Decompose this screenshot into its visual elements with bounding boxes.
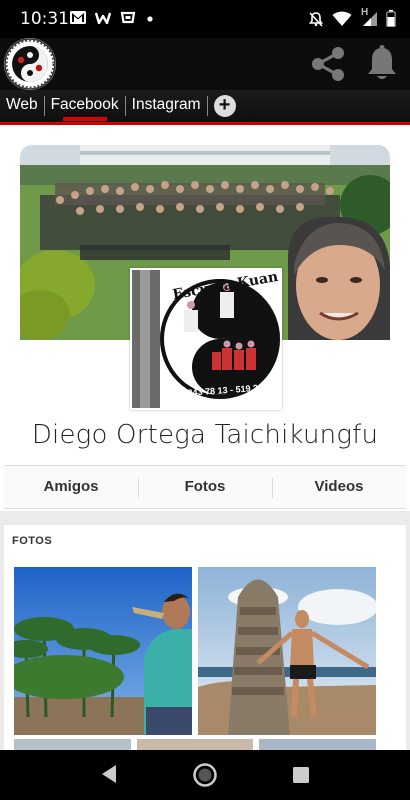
facebook-page-view[interactable]: Escuela Kuan 316 343 78 13 - 519 2 Diego…	[0, 125, 410, 750]
network-type-label: H	[361, 6, 369, 18]
nav-photos[interactable]: Fotos	[138, 466, 272, 508]
status-system-icons: H	[308, 7, 396, 32]
tab-web[interactable]: Web	[0, 90, 44, 122]
tab-instagram-label: Instagram	[131, 96, 201, 113]
page-name: Diego Ortega Taichikungfu	[31, 420, 379, 450]
cup-icon	[120, 11, 136, 29]
tab-facebook-label: Facebook	[50, 96, 119, 113]
tab-instagram[interactable]: Instagram	[126, 90, 207, 122]
status-time: 10:31	[20, 9, 69, 29]
notifications-off-icon	[308, 11, 324, 32]
active-tab-indicator	[62, 117, 107, 121]
photos-section: FOTOS	[4, 525, 406, 750]
school-logo[interactable]	[4, 38, 56, 90]
photo-thumbnail[interactable]	[14, 567, 192, 735]
nav-videos[interactable]: Videos	[272, 466, 406, 508]
tab-web-label: Web	[6, 96, 38, 113]
add-tab-button[interactable]: +	[213, 95, 236, 117]
photo-thumbnail[interactable]	[14, 739, 131, 750]
home-button[interactable]	[192, 762, 218, 793]
photos-section-label: FOTOS	[12, 535, 53, 547]
profile-picture[interactable]: Escuela Kuan 316 343 78 13 - 519 2	[130, 268, 282, 410]
app-bar	[0, 38, 410, 90]
home-icon	[192, 763, 218, 792]
share-icon	[308, 47, 348, 86]
recents-button[interactable]	[291, 765, 311, 790]
photo-thumbnail[interactable]	[136, 739, 254, 750]
tab-facebook[interactable]: Facebook	[45, 90, 125, 122]
signal-icon: H	[360, 7, 378, 32]
photo-thumbnail[interactable]	[259, 739, 377, 750]
notifications-button[interactable]	[364, 45, 400, 83]
recents-icon	[291, 767, 311, 789]
source-tabs: Web Facebook Instagram +	[0, 90, 410, 122]
share-button[interactable]	[308, 46, 348, 82]
more-photos-row	[14, 739, 377, 750]
back-button[interactable]	[98, 762, 120, 791]
w-icon	[94, 11, 112, 29]
nav-friends[interactable]: Amigos	[4, 466, 138, 508]
status-bar: 10:31 H	[0, 0, 410, 38]
battery-icon	[386, 10, 396, 32]
bell-icon	[364, 45, 400, 87]
tab-divider	[206, 96, 208, 116]
wifi-icon	[332, 11, 352, 32]
dot-icon	[145, 11, 155, 29]
page-nav: Amigos Fotos Videos	[4, 465, 406, 509]
system-navigation-bar	[0, 750, 410, 800]
status-notification-icons	[70, 11, 155, 29]
back-icon	[98, 765, 120, 790]
photo-thumbnail[interactable]	[198, 567, 376, 735]
gmail-icon	[70, 11, 86, 29]
